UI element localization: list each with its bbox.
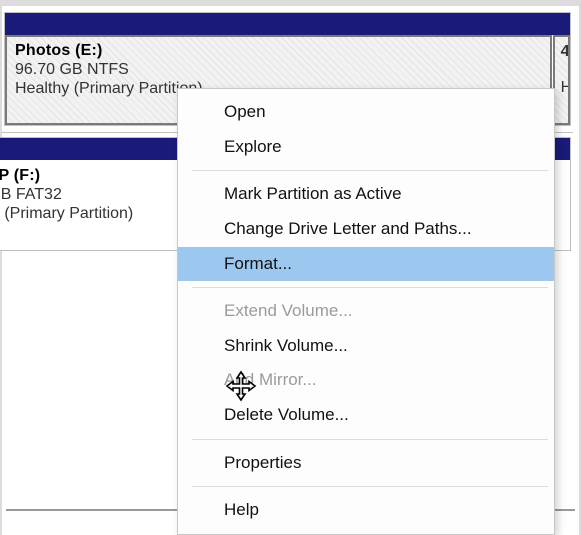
partition-context-menu: Open Explore Mark Partition as Active Ch… bbox=[177, 88, 555, 535]
menu-separator bbox=[192, 170, 548, 171]
menu-item-open[interactable]: Open bbox=[178, 95, 554, 130]
menu-item-delete-volume[interactable]: Delete Volume... bbox=[178, 398, 554, 433]
menu-item-change-letter[interactable]: Change Drive Letter and Paths... bbox=[178, 212, 554, 247]
menu-separator bbox=[192, 439, 548, 440]
menu-item-add-mirror: Add Mirror... bbox=[178, 363, 554, 398]
menu-item-properties[interactable]: Properties bbox=[178, 446, 554, 481]
menu-item-mark-active[interactable]: Mark Partition as Active bbox=[178, 177, 554, 212]
menu-item-help[interactable]: Help bbox=[178, 493, 554, 528]
menu-separator bbox=[192, 486, 548, 487]
menu-item-extend-volume: Extend Volume... bbox=[178, 294, 554, 329]
menu-separator bbox=[192, 287, 548, 288]
menu-item-explore[interactable]: Explore bbox=[178, 130, 554, 165]
neighbor-letter: 4 bbox=[561, 43, 562, 61]
partition-title: Photos (E:) bbox=[15, 42, 542, 60]
partition-neighbor-right[interactable]: 4 H bbox=[553, 35, 570, 125]
partition-size: 96.70 GB NTFS bbox=[15, 61, 542, 79]
menu-item-format[interactable]: Format... bbox=[178, 247, 554, 282]
neighbor-health-letter: H bbox=[561, 79, 562, 97]
menu-item-shrink-volume[interactable]: Shrink Volume... bbox=[178, 329, 554, 364]
disk-header-bar bbox=[5, 13, 570, 35]
